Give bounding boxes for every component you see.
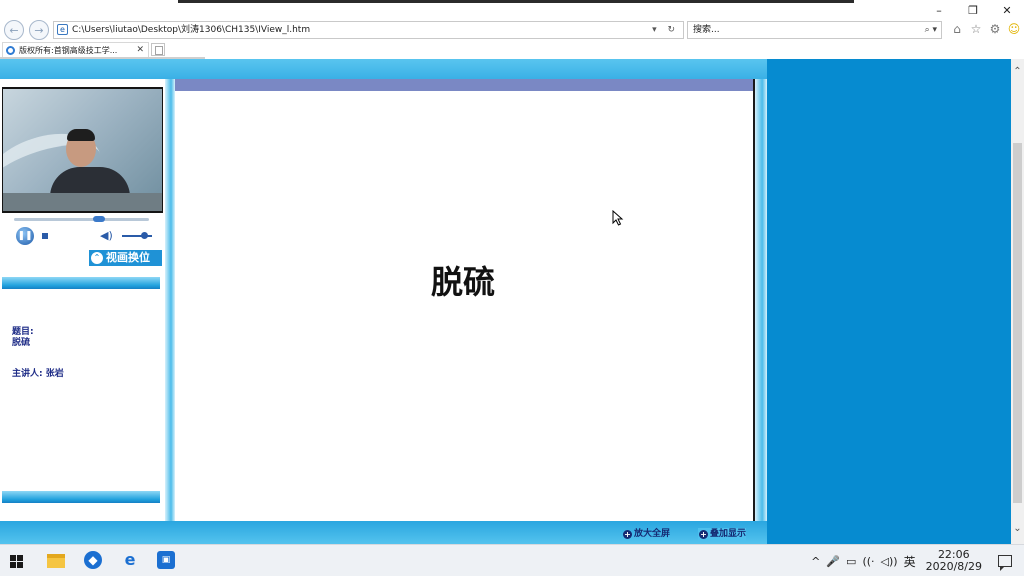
plus-circle-icon: +: [623, 530, 632, 539]
settings-gear-icon[interactable]: ⚙: [988, 21, 1002, 37]
system-tray: ^ 🎤 ▭ ((· ◁)) 英 22:06 2020/8/29: [811, 545, 1024, 576]
minimize-button[interactable]: –: [922, 0, 956, 20]
new-tab-button[interactable]: [151, 43, 165, 56]
screen: – ❐ ✕ ← → e C:\Users\liutao\Desktop\刘涛13…: [0, 0, 1024, 576]
swap-view-button[interactable]: ⌃ 视画换位: [89, 250, 162, 266]
video-desk: [3, 193, 162, 211]
panel-divider-left: [165, 79, 175, 521]
video-controls: ❚❚ ◀): [2, 213, 163, 249]
back-button[interactable]: ←: [4, 20, 24, 40]
tab-active[interactable]: 版权所有:首钢高级技工学... ✕: [2, 42, 149, 58]
topic-value: 脱硫: [12, 338, 31, 348]
address-bar[interactable]: e C:\Users\liutao\Desktop\刘涛1306\CH135\I…: [53, 21, 684, 39]
clock-date: 2020/8/29: [925, 560, 982, 573]
tray-expand-icon[interactable]: ^: [811, 555, 820, 568]
video-player[interactable]: [2, 87, 163, 213]
close-button[interactable]: ✕: [990, 0, 1024, 20]
back-arrow-icon: ←: [9, 23, 19, 37]
stop-button[interactable]: [42, 233, 48, 239]
network-icon[interactable]: ((·: [862, 555, 874, 568]
taskbar: ◆ e ▣ ^ 🎤 ▭ ((· ◁)) 英 22:06 2020/8/29: [0, 544, 1024, 576]
seek-thumb[interactable]: [93, 216, 106, 222]
ie-tab-icon: [6, 46, 15, 55]
address-refresh-icon[interactable]: ▾ ↻: [652, 22, 679, 38]
favorites-star-icon[interactable]: ☆: [969, 21, 983, 37]
overlay-display-label: 叠加显示: [710, 529, 747, 539]
pause-button[interactable]: ❚❚: [16, 227, 34, 245]
notification-center-icon[interactable]: [998, 555, 1012, 571]
chevron-up-icon: ⌃: [91, 252, 103, 264]
speaker-icon[interactable]: ◁)): [881, 555, 898, 568]
microphone-icon[interactable]: 🎤: [826, 555, 840, 568]
scroll-up-icon[interactable]: ⌃: [1011, 65, 1024, 79]
slide-area: 脱硫: [175, 79, 755, 528]
lecturer-video-image: [3, 89, 162, 211]
clock[interactable]: 22:06 2020/8/29: [926, 549, 988, 573]
swap-view-label: 视画换位: [106, 251, 150, 264]
info-bar-top: [2, 277, 160, 289]
lecturer-label: 主讲人:: [12, 369, 43, 379]
lecturer-value: 张岩: [45, 369, 64, 379]
tab-row: 版权所有:首钢高级技工学... ✕: [0, 42, 1024, 58]
overlay-display-button[interactable]: + 叠加显示: [698, 528, 747, 541]
smiley-feedback-icon[interactable]: ☺: [1007, 21, 1021, 37]
plus-circle-icon: +: [699, 530, 708, 539]
search-icon[interactable]: ⌕ ▾: [925, 22, 937, 38]
ime-language-indicator[interactable]: 英: [904, 553, 916, 570]
forward-arrow-icon: →: [34, 23, 44, 37]
tab-close-icon[interactable]: ✕: [136, 43, 144, 58]
media-player-icon[interactable]: ▣: [157, 551, 175, 569]
right-blue-panel: [767, 59, 1011, 544]
window-top-strip: [178, 0, 854, 3]
maps-app-icon[interactable]: ◆: [84, 551, 102, 569]
page-content: ❚❚ ◀) ⌃ 视画换位 题目: 脱硫 主讲人: 张岩 脱硫 + 放大全屏 + …: [0, 59, 767, 544]
lecturer-line: 主讲人: 张岩: [12, 369, 64, 380]
tab-label: 版权所有:首钢高级技工学...: [19, 46, 118, 55]
restore-button[interactable]: ❐: [956, 0, 990, 20]
slide-header-bar: [175, 79, 753, 91]
ie-page-icon: e: [57, 24, 68, 35]
panel-divider-right: [755, 79, 767, 521]
browser-toolbar-icons: ⌂ ☆ ⚙ ☺: [950, 21, 1021, 37]
volume-icon[interactable]: ◀): [100, 229, 113, 242]
scroll-thumb[interactable]: [1013, 143, 1022, 503]
internet-explorer-icon[interactable]: e: [121, 551, 139, 569]
info-bar-bottom: [2, 491, 160, 503]
left-panel: ❚❚ ◀) ⌃ 视画换位 题目: 脱硫 主讲人: 张岩: [0, 79, 165, 521]
file-explorer-icon[interactable]: [47, 554, 65, 568]
topic-label: 题目:: [12, 327, 34, 337]
search-input[interactable]: 搜索... ⌕ ▾: [687, 21, 942, 39]
window-controls: – ❐ ✕: [922, 0, 1024, 20]
forward-button[interactable]: →: [29, 20, 49, 40]
volume-thumb[interactable]: [141, 232, 148, 239]
scroll-down-icon[interactable]: ⌄: [1011, 522, 1024, 536]
search-placeholder: 搜索...: [693, 25, 720, 35]
pause-icon: ❚❚: [17, 231, 33, 241]
slide-title: 脱硫: [430, 263, 495, 301]
seek-bar[interactable]: [14, 218, 149, 221]
fullscreen-label: 放大全屏: [634, 529, 671, 539]
home-icon[interactable]: ⌂: [950, 21, 964, 37]
battery-icon[interactable]: ▭: [846, 555, 856, 568]
address-row: ← → e C:\Users\liutao\Desktop\刘涛1306\CH1…: [0, 18, 1024, 42]
page-top-bar: [0, 59, 767, 79]
lecturer-hair: [67, 129, 95, 141]
vertical-scrollbar[interactable]: ⌃ ⌄: [1011, 59, 1024, 544]
address-text: C:\Users\liutao\Desktop\刘涛1306\CH135\IVi…: [72, 25, 311, 35]
windows-start-icon[interactable]: [10, 555, 23, 568]
fullscreen-button[interactable]: + 放大全屏: [622, 528, 670, 541]
